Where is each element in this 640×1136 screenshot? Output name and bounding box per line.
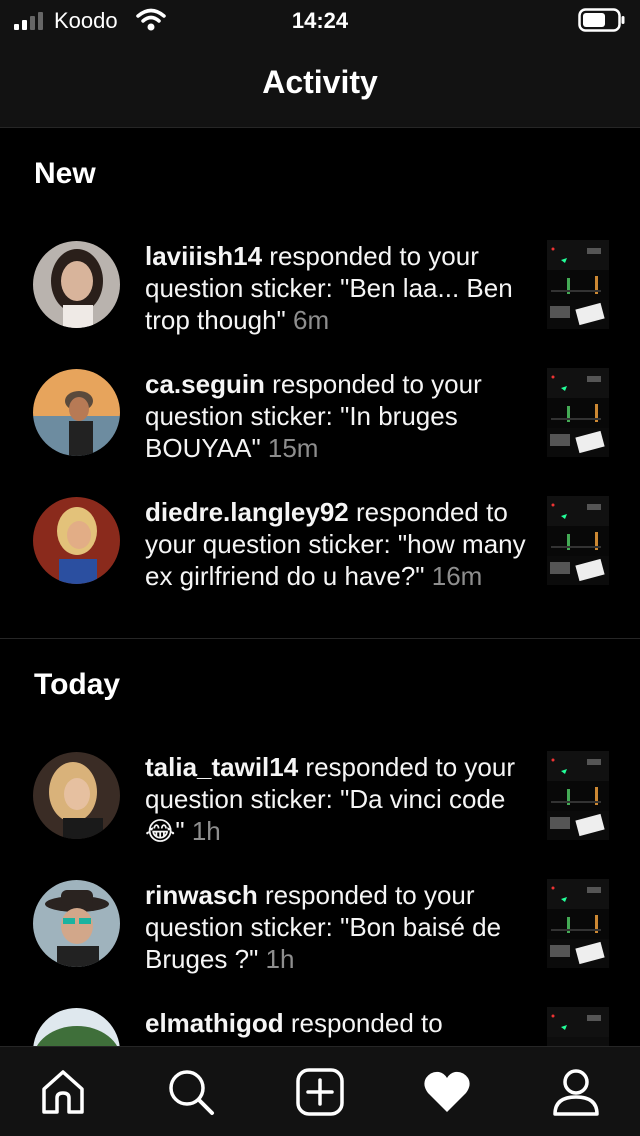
activity-message: responded to [283, 1008, 443, 1038]
search-icon [169, 1070, 214, 1115]
tab-profile[interactable] [551, 1067, 601, 1117]
story-thumbnail[interactable] [547, 751, 609, 840]
activity-text: ca.seguin responded to your question sti… [145, 368, 530, 464]
page-title: Activity [262, 64, 378, 100]
activity-text: elmathigod responded to [145, 1007, 530, 1039]
avatar[interactable] [33, 752, 120, 839]
profile-icon [553, 1069, 599, 1116]
section-title-new: New [34, 157, 96, 190]
activity-time: 15m [267, 433, 319, 463]
status-bar: Koodo 14:24 [0, 0, 640, 40]
activity-header: Activity [0, 40, 640, 128]
activity-text: diedre.langley92 responded to your quest… [145, 496, 530, 592]
tab-home[interactable] [38, 1067, 88, 1117]
username[interactable]: elmathigod [145, 1008, 284, 1038]
username[interactable]: ca.seguin [145, 369, 265, 399]
avatar[interactable] [33, 497, 120, 584]
activity-time: 6m [293, 305, 330, 335]
avatar[interactable] [33, 880, 120, 967]
tab-activity[interactable] [422, 1067, 472, 1117]
add-post-icon [296, 1068, 344, 1116]
username[interactable]: diedre.langley92 [145, 497, 349, 527]
battery-icon [578, 8, 625, 32]
activity-text: rinwasch responded to your question stic… [145, 879, 530, 975]
activity-row[interactable]: ca.seguin responded to your question sti… [0, 364, 640, 492]
story-thumbnail[interactable] [547, 368, 609, 457]
section-title-today: Today [34, 668, 121, 701]
story-thumbnail[interactable] [547, 879, 609, 968]
activity-text: talia_tawil14 responded to your question… [145, 751, 530, 847]
username[interactable]: rinwasch [145, 880, 258, 910]
status-time: 14:24 [291, 8, 349, 33]
username[interactable]: talia_tawil14 [145, 752, 298, 782]
activity-time: 1h [265, 944, 295, 974]
activity-text: laviiish14 responded to your question st… [145, 240, 530, 336]
username[interactable]: laviiish14 [145, 241, 262, 271]
story-thumbnail[interactable] [547, 240, 609, 329]
activity-row[interactable]: talia_tawil14 responded to your question… [0, 747, 640, 875]
tab-new-post[interactable] [295, 1067, 345, 1117]
activity-time: 1h [191, 816, 221, 846]
activity-row[interactable]: rinwasch responded to your question stic… [0, 875, 640, 1003]
activity-row[interactable]: diedre.langley92 responded to your quest… [0, 492, 640, 620]
section-divider [0, 638, 640, 639]
activity-time: 16m [431, 561, 483, 591]
activity-row[interactable]: laviiish14 responded to your question st… [0, 236, 640, 364]
bottom-tab-bar [0, 1046, 640, 1136]
tab-search[interactable] [166, 1067, 216, 1117]
avatar[interactable] [33, 241, 120, 328]
story-thumbnail[interactable] [547, 496, 609, 585]
avatar[interactable] [33, 369, 120, 456]
home-icon [42, 1070, 84, 1114]
heart-icon [424, 1071, 470, 1112]
